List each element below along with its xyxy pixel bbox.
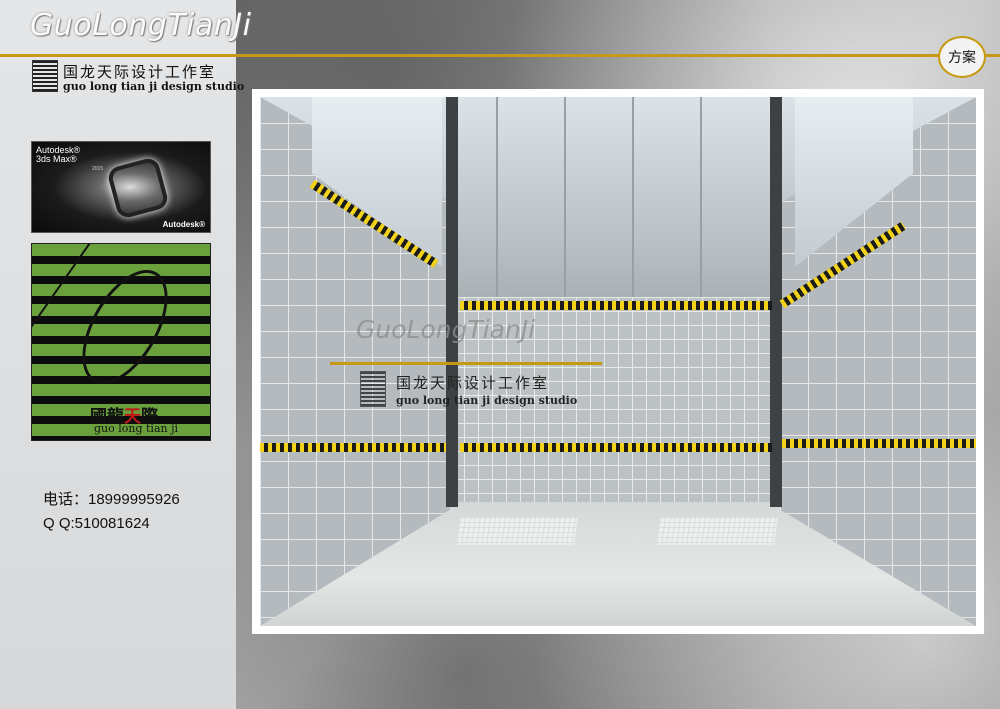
hazard-stripe-right-lower <box>782 439 976 448</box>
dragon-emblem-icon <box>64 255 186 399</box>
watermark-name-cn: 国龙天际设计工作室 <box>396 374 550 392</box>
watermark-divider <box>330 362 602 365</box>
contact-phone: 电话：18999995926 <box>43 491 180 508</box>
mullion <box>700 97 702 302</box>
header-divider <box>0 54 1000 57</box>
interior-render: GuoLongTianJi 国龙天际设计工作室 guo long tian ji… <box>260 97 976 626</box>
watermark-name-en: guo long tian ji design studio <box>396 394 578 407</box>
floor-grate <box>456 517 578 545</box>
software-corp: Autodesk® <box>162 220 205 229</box>
section-badge: 方案 <box>938 36 986 78</box>
mullion <box>632 97 634 302</box>
contact-qq: Q Q:510081624 <box>43 515 150 532</box>
hazard-stripe-back-upper <box>460 301 772 310</box>
software-name: 3ds Max® <box>36 154 77 164</box>
floor-grate <box>656 517 778 545</box>
hazard-stripe-back-lower <box>460 443 772 452</box>
hazard-stripe-left-lower <box>260 443 446 452</box>
studio-logo-icon <box>32 60 58 92</box>
software-version: 2015 <box>92 166 104 172</box>
studio-name-cn: 国龙天际设计工作室 <box>63 63 217 81</box>
logo-card-en: guo long tian ji <box>94 422 179 435</box>
steel-column-left <box>446 97 458 507</box>
software-badge: Autodesk® 3ds Max® 2015 Autodesk® <box>31 141 211 233</box>
brand-title: GuoLongTianJi <box>30 8 252 43</box>
studio-name-en: guo long tian ji design studio <box>63 80 245 93</box>
watermark-title: GuoLongTianJi <box>356 315 536 344</box>
3dsmax-logo-icon <box>106 156 170 220</box>
mullion <box>496 97 498 302</box>
watermark-logo-icon <box>360 371 386 407</box>
studio-logo-card: 國龍天際 guo long tian ji <box>31 243 211 441</box>
mullion <box>564 97 566 302</box>
